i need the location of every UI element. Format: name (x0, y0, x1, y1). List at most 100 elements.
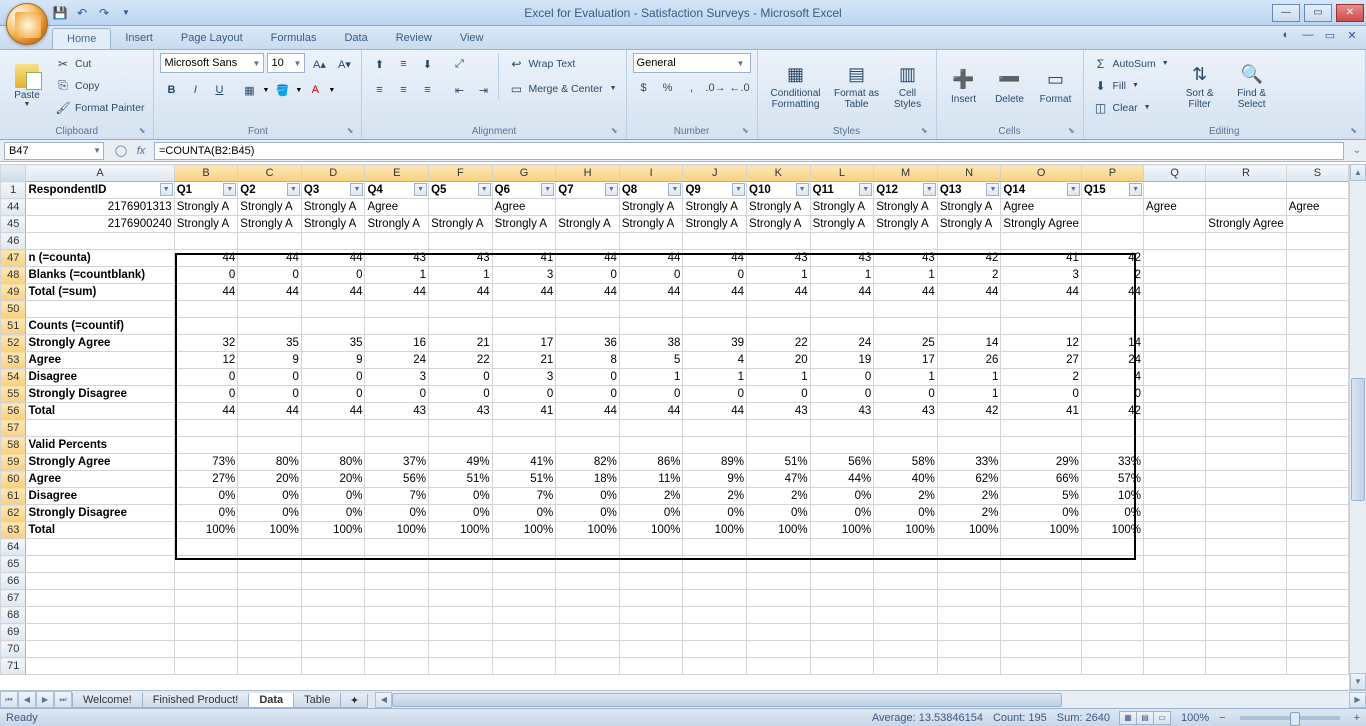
cell[interactable]: 4 (1081, 369, 1143, 386)
cell[interactable]: 41% (492, 454, 556, 471)
cell[interactable] (365, 624, 429, 641)
clear-button[interactable]: ◫Clear▼ (1090, 97, 1172, 118)
cell[interactable]: 0 (683, 386, 747, 403)
cell[interactable] (429, 590, 493, 607)
cell[interactable] (619, 556, 683, 573)
cell[interactable] (1286, 539, 1348, 556)
insert-cells-button[interactable]: ➕Insert (943, 53, 985, 119)
cell[interactable] (1001, 658, 1081, 675)
cell[interactable] (683, 318, 747, 335)
cell[interactable] (1144, 335, 1206, 352)
cell[interactable] (1144, 284, 1206, 301)
column-header[interactable]: B (174, 165, 238, 182)
column-header[interactable]: O (1001, 165, 1081, 182)
cell[interactable]: 0 (174, 386, 238, 403)
filter-dropdown-icon[interactable]: ▼ (1067, 183, 1080, 196)
cell[interactable]: 0 (556, 267, 620, 284)
cell[interactable]: Strongly A (747, 216, 811, 233)
cell[interactable] (1144, 437, 1206, 454)
cell[interactable]: Agree (1001, 199, 1081, 216)
row-header[interactable]: 57 (1, 420, 26, 437)
cell[interactable] (810, 658, 874, 675)
align-bottom-button[interactable]: ⬇ (416, 53, 438, 75)
cell[interactable]: 0% (874, 505, 938, 522)
filter-cell[interactable]: Q3▼ (301, 182, 365, 199)
row-header[interactable]: 71 (1, 658, 26, 675)
cell[interactable] (937, 590, 1001, 607)
cell[interactable]: 2 (1081, 267, 1143, 284)
cell[interactable]: Total (26, 522, 174, 539)
number-format-combo[interactable]: ▼ (633, 53, 751, 73)
new-sheet-button[interactable]: ✦ (340, 694, 368, 708)
chevron-down-icon[interactable]: ▼ (93, 146, 101, 155)
ribbon-minimize-icon[interactable]: — (1300, 29, 1316, 45)
row-header[interactable]: 66 (1, 573, 26, 590)
cell[interactable]: 0% (429, 505, 493, 522)
cell[interactable]: 42 (1081, 403, 1143, 420)
cell[interactable] (619, 590, 683, 607)
cell[interactable] (238, 641, 302, 658)
cell[interactable] (1081, 437, 1143, 454)
cell[interactable]: 56% (365, 471, 429, 488)
cell[interactable] (747, 573, 811, 590)
autosum-button[interactable]: ΣAutoSum▼ (1090, 53, 1172, 74)
cell[interactable] (619, 437, 683, 454)
cell[interactable] (1144, 318, 1206, 335)
filter-dropdown-icon[interactable]: ▼ (478, 183, 491, 196)
qat-dropdown-icon[interactable]: ▼ (118, 5, 134, 21)
cell[interactable]: 1 (747, 369, 811, 386)
cell[interactable] (1206, 641, 1286, 658)
column-header[interactable]: J (683, 165, 747, 182)
zoom-out-button[interactable]: − (1219, 712, 1225, 724)
cell[interactable] (238, 556, 302, 573)
cell[interactable] (937, 420, 1001, 437)
cell[interactable] (556, 573, 620, 590)
cell[interactable]: 41 (492, 403, 556, 420)
column-header[interactable]: Q (1144, 165, 1206, 182)
cell[interactable]: 0 (238, 369, 302, 386)
cell[interactable] (26, 607, 174, 624)
cell[interactable] (1206, 250, 1286, 267)
cell[interactable] (1144, 403, 1206, 420)
cell[interactable] (1286, 335, 1348, 352)
cell[interactable]: 0 (301, 386, 365, 403)
cell[interactable]: 44 (556, 250, 620, 267)
cell[interactable]: 44 (810, 284, 874, 301)
cell[interactable]: 3 (365, 369, 429, 386)
cell[interactable] (1206, 488, 1286, 505)
column-header[interactable]: D (301, 165, 365, 182)
cell[interactable] (174, 437, 238, 454)
cell[interactable] (619, 318, 683, 335)
cell[interactable] (365, 607, 429, 624)
decrease-indent-button[interactable]: ⇤ (448, 79, 470, 101)
cell[interactable] (619, 641, 683, 658)
cell[interactable] (937, 437, 1001, 454)
cell[interactable]: 0 (301, 267, 365, 284)
column-header[interactable]: L (810, 165, 874, 182)
row-header[interactable]: 1 (1, 182, 26, 199)
percent-button[interactable]: % (657, 77, 679, 99)
name-box[interactable]: B47▼ (4, 142, 104, 160)
cell[interactable]: Strongly A (810, 199, 874, 216)
cell[interactable]: 19 (810, 352, 874, 369)
cell[interactable]: 0% (810, 488, 874, 505)
filter-cell[interactable]: Q13▼ (937, 182, 1001, 199)
cell[interactable] (1286, 607, 1348, 624)
cell[interactable]: 0 (556, 369, 620, 386)
horizontal-scrollbar[interactable]: ◀ ▶ (375, 691, 1366, 708)
cell[interactable] (874, 590, 938, 607)
cell[interactable]: Agree (365, 199, 429, 216)
cell[interactable] (937, 641, 1001, 658)
cell[interactable]: Strongly A (683, 216, 747, 233)
bold-button[interactable]: B (160, 79, 182, 101)
cell[interactable] (683, 539, 747, 556)
cell[interactable]: 20 (747, 352, 811, 369)
cell[interactable] (1144, 624, 1206, 641)
cell[interactable]: 43 (747, 250, 811, 267)
cell[interactable]: 44 (619, 284, 683, 301)
cell[interactable] (492, 318, 556, 335)
cell[interactable] (683, 556, 747, 573)
cell[interactable] (238, 420, 302, 437)
format-painter-button[interactable]: 🖌Format Painter (52, 97, 147, 118)
cell[interactable] (1144, 488, 1206, 505)
